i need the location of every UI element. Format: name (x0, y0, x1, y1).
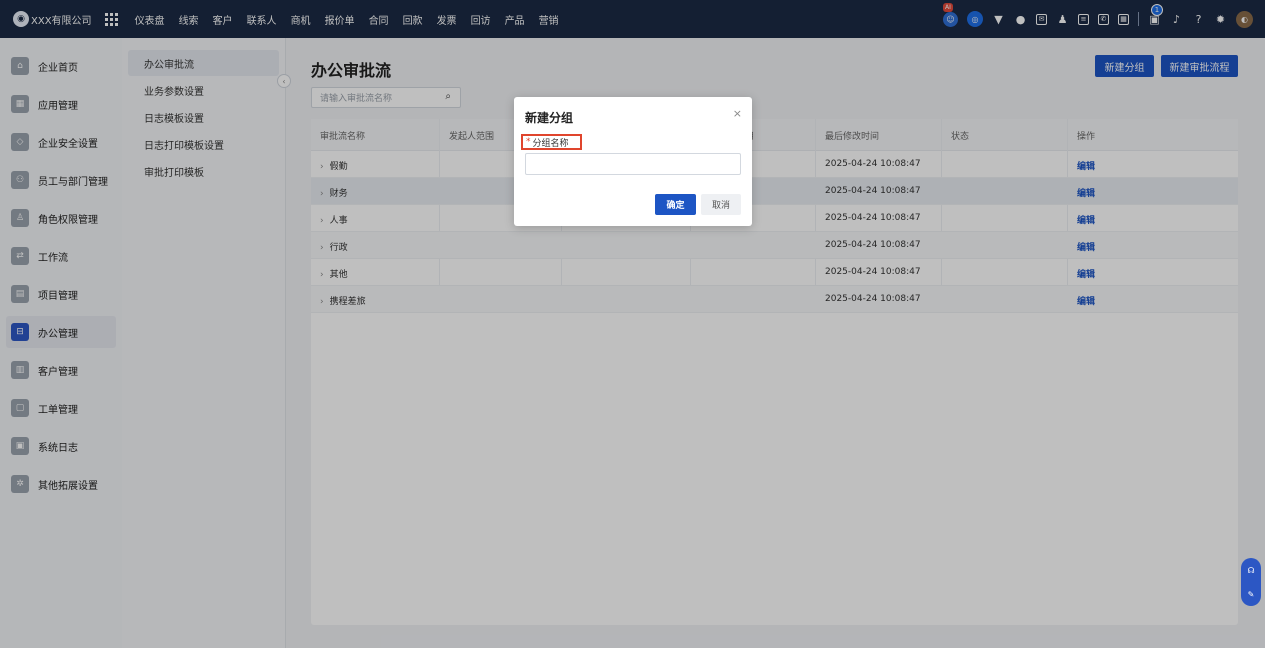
floating-toolbar[interactable]: ☊ ✎ (1241, 558, 1261, 606)
cancel-button[interactable]: 取消 (701, 194, 741, 215)
feedback-icon[interactable]: ✎ (1248, 590, 1255, 599)
headset-icon[interactable]: ☊ (1247, 566, 1254, 575)
group-name-label-text: 分组名称 (532, 138, 569, 149)
group-name-input[interactable] (525, 153, 741, 175)
close-icon[interactable]: × (733, 107, 742, 120)
group-name-label: * 分组名称 (521, 134, 582, 150)
new-group-dialog: 新建分组 × * 分组名称 确定 取消 (514, 97, 752, 226)
confirm-button[interactable]: 确定 (655, 194, 696, 215)
dialog-title: 新建分组 (525, 111, 574, 125)
required-mark: * (526, 137, 531, 147)
